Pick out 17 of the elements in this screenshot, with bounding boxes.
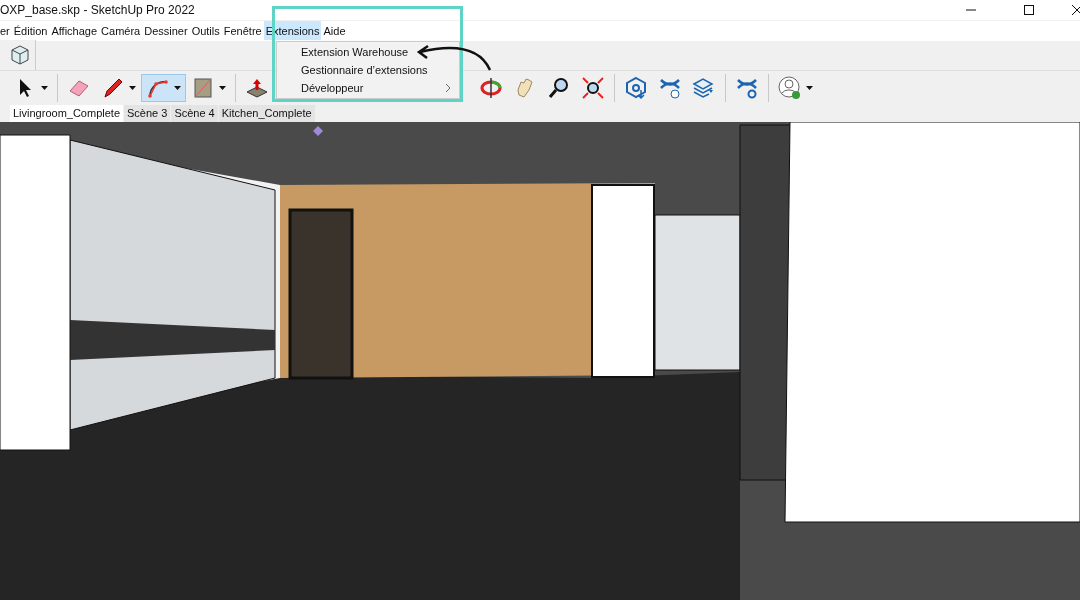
menu-item[interactable]: Outils xyxy=(189,21,222,41)
dropdown-item[interactable]: Développeur xyxy=(277,79,459,97)
menu-item[interactable]: Dessiner xyxy=(142,21,190,41)
menu-item[interactable]: Aide xyxy=(321,21,348,41)
scene-tab[interactable]: Kitchen_Complete xyxy=(218,105,315,122)
menu-item[interactable]: er xyxy=(0,21,12,41)
menu-item[interactable]: Caméra xyxy=(99,21,143,41)
window-title: OXP_base.skp - SketchUp Pro 2022 xyxy=(0,2,195,19)
dropdown-item[interactable]: Extension Warehouse xyxy=(277,43,459,61)
scene-tab[interactable]: Scène 4 xyxy=(171,105,218,122)
dropdown-item[interactable]: Gestionnaire d’extensions xyxy=(277,61,459,79)
scene-tab[interactable]: Livingroom_Complete xyxy=(10,105,123,122)
scene-tab[interactable]: Scène 3 xyxy=(124,105,171,122)
menu-item[interactable]: Fenêtre xyxy=(221,21,264,41)
menu-item[interactable]: Affichage xyxy=(49,21,100,41)
menu-item[interactable]: Édition xyxy=(11,21,50,41)
menu-item[interactable]: Extensions xyxy=(263,21,322,41)
